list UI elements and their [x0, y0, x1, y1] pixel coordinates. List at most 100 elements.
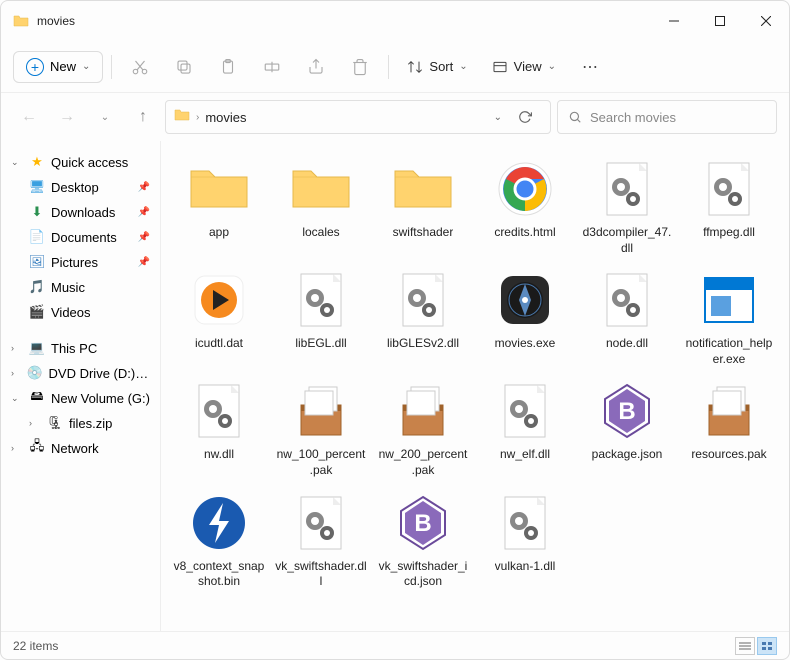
downloads-icon: ⬇ [29, 204, 45, 220]
folder-icon [174, 107, 190, 128]
paste-button[interactable] [208, 51, 248, 83]
search-input[interactable]: Search movies [557, 100, 777, 134]
file-label: locales [302, 225, 339, 241]
dll-icon [493, 379, 557, 443]
disc-icon: 💿 [27, 365, 43, 381]
expand-icon[interactable]: › [11, 343, 23, 353]
sidebar-pictures[interactable]: 🖼Pictures📌 [23, 250, 156, 274]
window-title: movies [37, 14, 75, 28]
file-item[interactable]: nw_elf.dll [475, 375, 575, 482]
chevron-down-icon[interactable]: ⌄ [494, 112, 502, 123]
sidebar-network[interactable]: ›🖧Network [5, 436, 156, 460]
drive-icon: 🖴 [29, 390, 45, 406]
sidebar-dvd[interactable]: ›💿DVD Drive (D:) CCCC [5, 361, 156, 385]
forward-button[interactable]: → [51, 101, 83, 133]
close-button[interactable] [743, 1, 789, 41]
more-button[interactable]: ⋯ [570, 51, 610, 83]
new-button[interactable]: + New ⌄ [13, 51, 103, 83]
view-label: View [514, 59, 542, 74]
delete-button[interactable] [340, 51, 380, 83]
separator [111, 55, 112, 79]
cut-button[interactable] [120, 51, 160, 83]
file-item[interactable]: package.json [577, 375, 677, 482]
view-toggle [735, 637, 777, 655]
recent-button[interactable]: ⌄ [89, 101, 121, 133]
music-icon: 🎵 [29, 279, 45, 295]
sidebar-desktop[interactable]: 🖥Desktop📌 [23, 175, 156, 199]
details-view-button[interactable] [735, 637, 755, 655]
pin-icon: 📌 [138, 257, 150, 268]
expand-icon[interactable]: › [11, 368, 21, 378]
file-item[interactable]: credits.html [475, 153, 575, 260]
file-item[interactable]: node.dll [577, 264, 677, 371]
sidebar-downloads[interactable]: ⬇Downloads📌 [23, 200, 156, 224]
file-item[interactable]: movies.exe [475, 264, 575, 371]
share-button[interactable] [296, 51, 336, 83]
view-button[interactable]: View ⌄ [482, 53, 566, 81]
file-item[interactable]: swiftshader [373, 153, 473, 260]
file-label: nw_100_percent.pak [275, 447, 367, 478]
sidebar-this-pc[interactable]: ›💻This PC [5, 336, 156, 360]
folder-icon [289, 157, 353, 221]
dll-icon [697, 157, 761, 221]
item-count: 22 items [13, 639, 58, 653]
back-button[interactable]: ← [13, 101, 45, 133]
file-item[interactable]: v8_context_snapshot.bin [169, 487, 269, 594]
file-label: package.json [592, 447, 663, 463]
file-label: vk_swiftshader.dll [275, 559, 367, 590]
file-item[interactable]: nw_100_percent.pak [271, 375, 371, 482]
sidebar-videos[interactable]: 🎬Videos [23, 300, 156, 324]
file-label: vk_swiftshader_icd.json [377, 559, 469, 590]
file-item[interactable]: d3dcompiler_47.dll [577, 153, 677, 260]
file-item[interactable]: libEGL.dll [271, 264, 371, 371]
zip-icon: 🗜 [47, 415, 63, 431]
collapse-icon[interactable]: ⌄ [11, 393, 23, 404]
content-area[interactable]: app locales swiftshader credits.html d3d… [161, 141, 789, 631]
file-label: resources.pak [691, 447, 766, 463]
folder-icon [13, 13, 29, 29]
window-icon [697, 268, 761, 332]
folder-icon [187, 157, 251, 221]
sidebar-files-zip[interactable]: ›🗜files.zip [23, 411, 156, 435]
bolt-icon [187, 491, 251, 555]
expand-icon[interactable]: › [11, 443, 23, 453]
pak-icon [697, 379, 761, 443]
file-item[interactable]: vulkan-1.dll [475, 487, 575, 594]
address-bar[interactable]: › movies ⌄ [165, 100, 551, 134]
expand-icon[interactable]: › [29, 418, 41, 428]
file-item[interactable]: resources.pak [679, 375, 779, 482]
sidebar-volume[interactable]: ⌄🖴New Volume (G:) [5, 386, 156, 410]
file-item[interactable]: nw.dll [169, 375, 269, 482]
sidebar-music[interactable]: 🎵Music [23, 275, 156, 299]
collapse-icon[interactable]: ⌄ [11, 157, 23, 168]
minimize-button[interactable] [651, 1, 697, 41]
file-label: movies.exe [495, 336, 556, 352]
sort-button[interactable]: Sort ⌄ [397, 53, 477, 81]
file-item[interactable]: icudtl.dat [169, 264, 269, 371]
file-item[interactable]: ffmpeg.dll [679, 153, 779, 260]
file-item[interactable]: app [169, 153, 269, 260]
navbar: ← → ⌄ ↑ › movies ⌄ Search movies [1, 93, 789, 141]
rename-button[interactable] [252, 51, 292, 83]
file-item[interactable]: nw_200_percent.pak [373, 375, 473, 482]
maximize-button[interactable] [697, 1, 743, 41]
up-button[interactable]: ↑ [127, 101, 159, 133]
search-icon [568, 110, 582, 124]
breadcrumb-location[interactable]: movies [205, 110, 246, 125]
icons-view-button[interactable] [757, 637, 777, 655]
file-label: credits.html [494, 225, 555, 241]
refresh-button[interactable] [508, 110, 542, 124]
chevron-down-icon: ⌄ [82, 61, 90, 72]
file-item[interactable]: locales [271, 153, 371, 260]
file-item[interactable]: libGLESv2.dll [373, 264, 473, 371]
file-label: icudtl.dat [195, 336, 243, 352]
file-item[interactable]: vk_swiftshader_icd.json [373, 487, 473, 594]
file-item[interactable]: vk_swiftshader.dll [271, 487, 371, 594]
file-item[interactable]: notification_helper.exe [679, 264, 779, 371]
sidebar-quick-access[interactable]: ⌄ ★ Quick access [5, 150, 156, 174]
sidebar-documents[interactable]: 📄Documents📌 [23, 225, 156, 249]
player-icon [187, 268, 251, 332]
copy-button[interactable] [164, 51, 204, 83]
file-label: swiftshader [393, 225, 454, 241]
pak-icon [391, 379, 455, 443]
